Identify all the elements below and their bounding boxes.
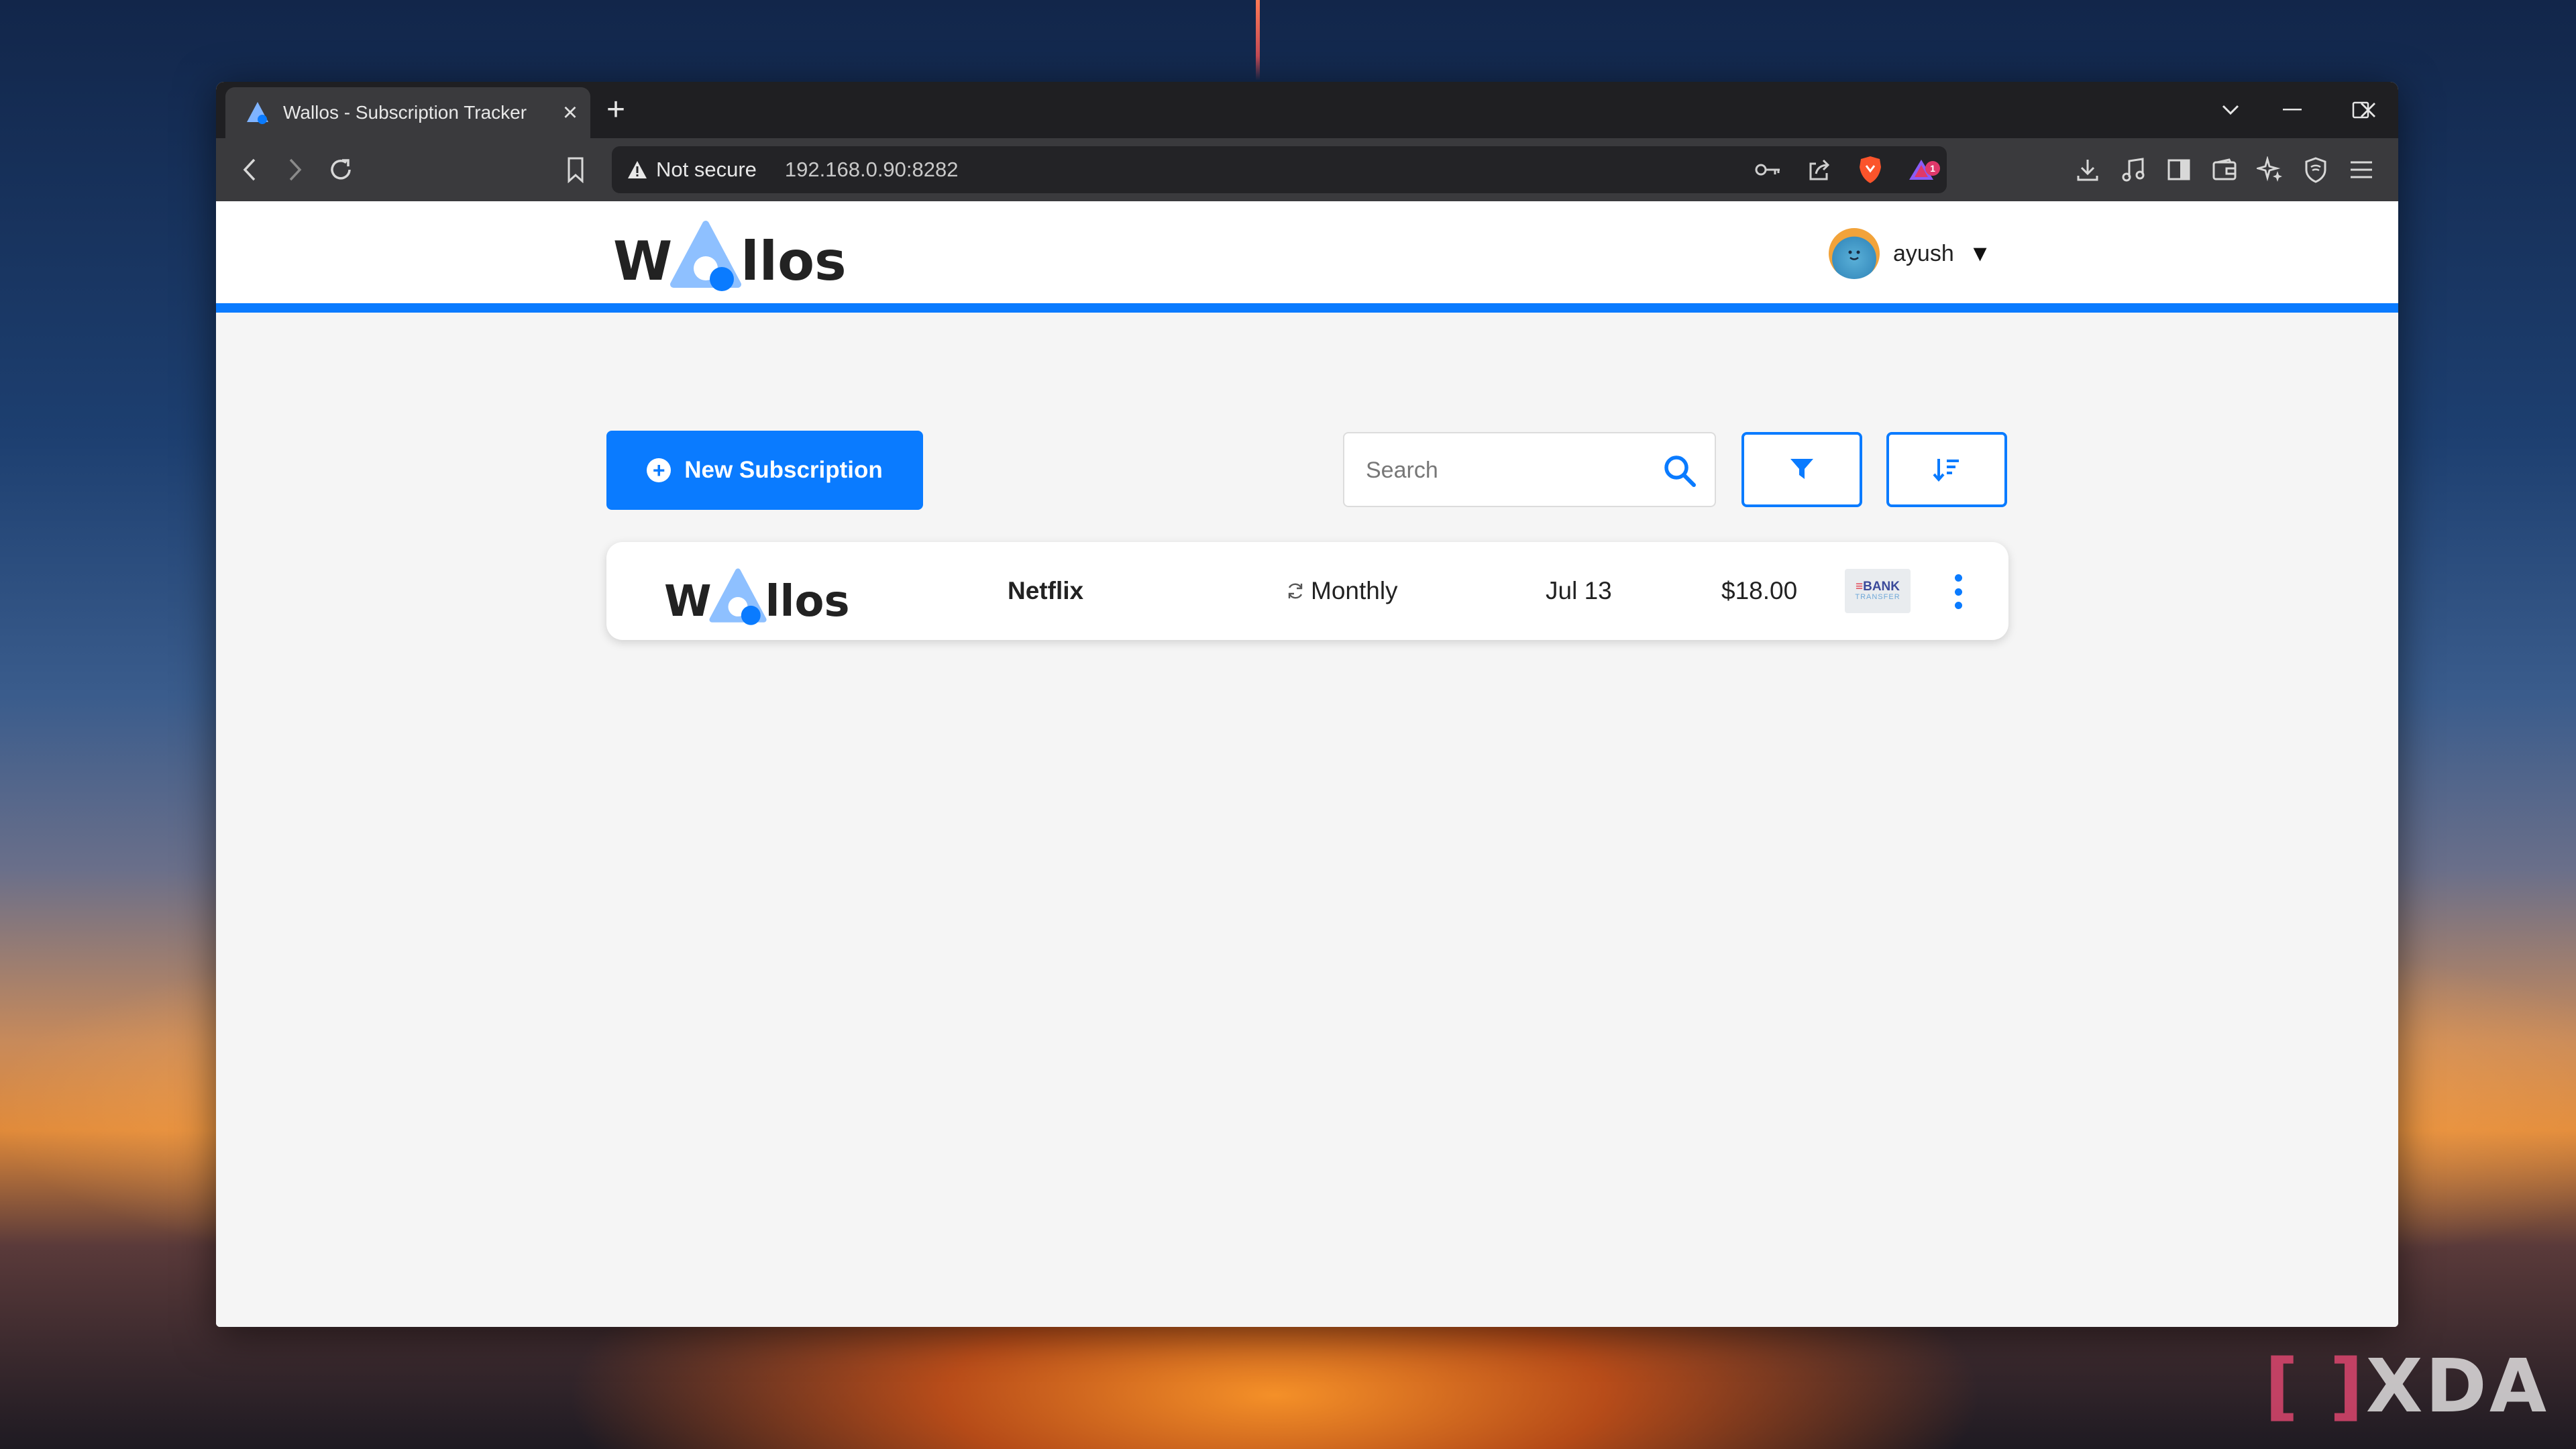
sort-descending-icon (1933, 459, 1959, 482)
search-input[interactable] (1364, 451, 1649, 490)
wallpaper-light-beam (1256, 0, 1260, 80)
username[interactable]: ayush (1893, 241, 1954, 267)
title-bar: Wallos - Subscription Tracker × + (216, 82, 2398, 138)
avatar[interactable] (1829, 228, 1880, 279)
minimize-icon[interactable] (2262, 82, 2322, 138)
wallos-favicon-icon (247, 102, 268, 124)
subscription-logo: W llos (664, 554, 850, 627)
billing-cycle-label: Monthly (1311, 577, 1398, 604)
plus-circle-icon: + (647, 458, 672, 482)
tab-title: Wallos - Subscription Tracker (283, 102, 527, 123)
vpn-shield-icon[interactable] (2296, 138, 2336, 201)
reload-icon[interactable] (321, 138, 361, 201)
warning-icon (628, 161, 647, 178)
close-window-icon[interactable] (2338, 82, 2398, 138)
brave-rewards-icon[interactable]: 1 (1896, 157, 1947, 182)
menu-hamburger-icon[interactable] (2341, 138, 2381, 201)
sidebar-toggle-icon[interactable] (2159, 138, 2199, 201)
back-icon[interactable] (229, 138, 270, 201)
caret-down-icon[interactable]: ▼ (1969, 241, 1992, 267)
address-bar[interactable]: Not secure 192.168.0.90:8282 1 (612, 146, 1947, 193)
more-options-icon[interactable] (1941, 572, 1975, 612)
browser-toolbar: Not secure 192.168.0.90:8282 1 (216, 138, 2398, 201)
app-header: W llos ayush ▼ (216, 201, 2398, 313)
password-key-icon[interactable] (1743, 162, 1794, 177)
next-payment-date: Jul 13 (1546, 577, 1612, 604)
search-icon[interactable] (1662, 453, 1697, 488)
brave-shields-icon[interactable] (1845, 155, 1896, 184)
tab-search-chevron-icon[interactable] (2200, 82, 2261, 138)
sort-button[interactable] (1886, 432, 2007, 507)
rewards-badge: 1 (1925, 161, 1940, 176)
logo-triangle-icon (670, 221, 742, 291)
recurring-refresh-icon (1288, 583, 1303, 599)
new-subscription-label: New Subscription (684, 457, 883, 483)
security-status[interactable]: Not secure (656, 158, 757, 182)
main-content: + New Subscription W (216, 313, 2398, 1327)
new-subscription-button[interactable]: + New Subscription (606, 431, 923, 510)
row-logo-text-left: W (664, 577, 712, 627)
share-icon[interactable] (1794, 157, 1845, 182)
payment-method-bank-transfer-icon: ≡BANK TRANSFER (1845, 569, 1911, 613)
billing-cycle: Monthly (1285, 542, 1398, 640)
tab-close-icon[interactable]: × (550, 100, 590, 125)
search-box[interactable] (1343, 432, 1716, 507)
wallos-logo[interactable]: W llos (613, 219, 847, 292)
leo-ai-sparkle-icon[interactable] (2250, 138, 2290, 201)
filter-button[interactable] (1741, 432, 1862, 507)
logo-text-right: llos (741, 230, 847, 292)
logo-text-left: W (613, 230, 673, 292)
forward-icon[interactable] (275, 138, 315, 201)
media-music-icon[interactable] (2113, 138, 2153, 201)
browser-window: Wallos - Subscription Tracker × + Not se… (216, 82, 2398, 1327)
avatar-face-icon (1848, 250, 1860, 260)
subscription-price: $18.00 (1721, 577, 1798, 604)
filter-funnel-icon (1790, 459, 1813, 479)
browser-tab[interactable]: Wallos - Subscription Tracker × (225, 87, 590, 138)
watermark-text: XDA (2365, 1343, 2549, 1429)
payment-method-line2: TRANSFER (1855, 593, 1900, 602)
new-tab-icon[interactable]: + (606, 90, 625, 130)
subscription-name: Netflix (1008, 577, 1084, 604)
url-text[interactable]: 192.168.0.90:8282 (785, 158, 959, 182)
xda-watermark: [ ]XDA (2264, 1343, 2549, 1429)
user-menu[interactable]: ayush ▼ (1829, 228, 1991, 279)
row-logo-triangle-icon (709, 568, 767, 625)
row-logo-text-right: llos (765, 577, 850, 627)
downloads-icon[interactable] (2068, 138, 2108, 201)
payment-method-line1: BANK (1863, 580, 1900, 594)
bookmark-icon[interactable] (555, 138, 596, 201)
wallet-icon[interactable] (2204, 138, 2245, 201)
subscription-row[interactable]: W llos Netflix Monthly Jul 13 $18.00 ≡BA… (606, 542, 2008, 640)
